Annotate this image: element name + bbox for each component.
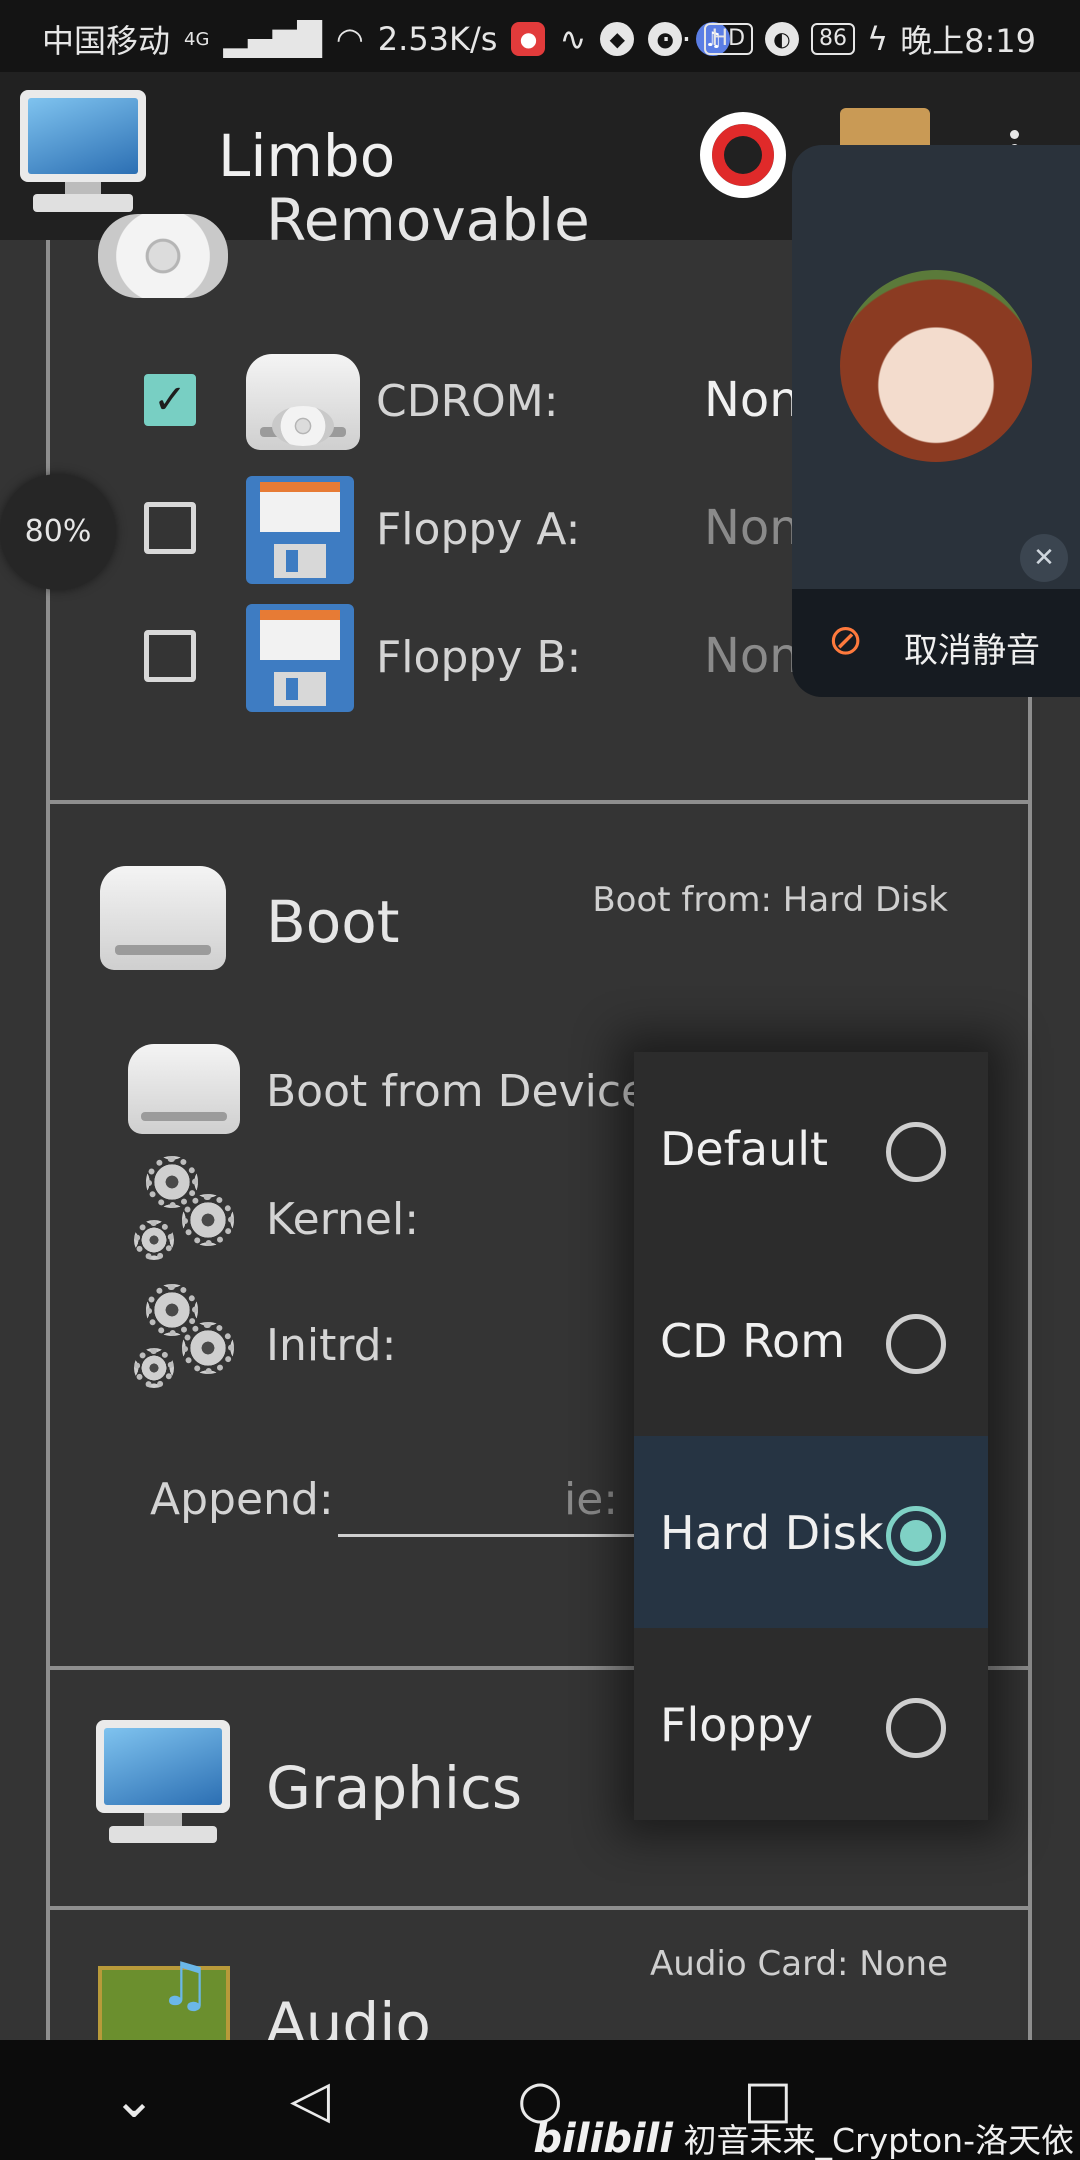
cdrom-value[interactable]: Non (704, 372, 800, 428)
boot-option-hard-disk[interactable]: Hard Disk (634, 1436, 988, 1628)
hide-keyboard-chevron-icon[interactable]: ⌄ (104, 2070, 164, 2130)
floppy-a-label: Floppy A: (376, 504, 581, 555)
boot-section-icon (100, 866, 226, 970)
watermark-text: 初音未来_Crypton-洛天依 (683, 2121, 1074, 2160)
boot-option-floppy[interactable]: Floppy (634, 1628, 988, 1820)
append-label: Append: (150, 1474, 334, 1525)
music-note-icon: ♫ (158, 1950, 212, 2020)
charging-icon: ϟ (867, 20, 889, 58)
floppy-b-label: Floppy B: (376, 632, 582, 683)
more-notifications-icon: ··· (661, 20, 692, 58)
back-icon[interactable]: ◁ (280, 2070, 340, 2130)
option-label: CD Rom (660, 1314, 846, 1368)
waveform-icon: ∿ (559, 20, 587, 58)
help-lifebuoy-icon[interactable] (700, 112, 786, 198)
cdrom-disc-icon (272, 406, 334, 446)
status-bar: 中国移动 4G ▂▄▆█ ◠ 2.53K/s ● ∿ ◆ ● ♫ ··· HD … (0, 0, 1080, 72)
app-notification-icon: ◆ (600, 22, 635, 56)
section-title-graphics: Graphics (266, 1754, 523, 1822)
append-input-underline (338, 1534, 638, 1537)
bilibili-logo: bilibili (533, 2116, 673, 2160)
unmute-label: 取消静音 (904, 631, 1040, 671)
app-title: Limbo (218, 122, 396, 190)
section-title-removable: Removable (266, 186, 590, 254)
data-saver-icon: ◐ (765, 22, 800, 56)
net-speed: 2.53K/s (377, 20, 498, 58)
boot-option-default[interactable]: Default (634, 1052, 988, 1244)
kernel-gears-icon (134, 1156, 234, 1266)
zoom-indicator[interactable]: 80% (0, 474, 116, 590)
unmute-bar[interactable]: ⊘ 取消静音 (792, 589, 1080, 697)
initrd-label: Initrd: (266, 1320, 397, 1371)
signal-icon: ▂▄▆█ (223, 20, 322, 58)
clock: 晚上8:19 (900, 22, 1036, 60)
muted-mic-icon: ✕ (1020, 534, 1068, 582)
radio-button-selected[interactable] (886, 1506, 946, 1566)
option-label: Default (660, 1122, 829, 1176)
floppy-a-icon (246, 476, 354, 584)
floppy-b-icon (246, 604, 354, 712)
option-label: Hard Disk (660, 1506, 884, 1560)
battery-indicator: 86 (811, 23, 856, 55)
bilibili-watermark: bilibili 初音未来_Crypton-洛天依 (533, 2114, 1074, 2160)
section-title-boot: Boot (266, 888, 400, 956)
cdrom-label: CDROM: (376, 376, 559, 427)
boot-device-icon (128, 1044, 240, 1134)
floppy-b-checkbox[interactable] (144, 630, 196, 682)
floppy-a-value[interactable]: Non (704, 500, 800, 556)
hd-badge: HD (703, 23, 754, 55)
navigation-bar: ⌄ ◁ ○ □ bilibili 初音未来_Crypton-洛天依 (0, 2040, 1080, 2160)
caller-avatar[interactable] (840, 270, 1032, 462)
audio-status-text: Audio Card: None (650, 1944, 948, 1984)
floppy-a-checkbox[interactable] (144, 502, 196, 554)
cdrom-checkbox[interactable]: ✓ (144, 374, 196, 426)
computer-icon (20, 90, 146, 214)
microphone-icon: ● (511, 22, 546, 56)
graphics-monitor-icon (96, 1720, 230, 1846)
wifi-icon: ◠ (335, 20, 364, 58)
boot-status-text: Boot from: Hard Disk (592, 880, 948, 920)
kernel-label: Kernel: (266, 1194, 420, 1245)
boot-device-label: Boot from Device: (266, 1066, 663, 1117)
boot-device-dropdown: Default CD Rom Hard Disk Floppy (634, 1052, 988, 1820)
radio-button[interactable] (886, 1122, 946, 1182)
radio-button[interactable] (886, 1698, 946, 1758)
option-label: Floppy (660, 1698, 814, 1752)
carrier-text: 中国移动 (42, 22, 171, 60)
cdrom-section-icon (98, 214, 228, 298)
radio-button[interactable] (886, 1314, 946, 1374)
initrd-gears-icon (134, 1284, 234, 1394)
mic-off-icon: ⊘ (828, 615, 864, 664)
floppy-b-value[interactable]: Non (704, 628, 800, 684)
boot-option-cdrom[interactable]: CD Rom (634, 1244, 988, 1436)
network-type: 4G (184, 28, 210, 50)
